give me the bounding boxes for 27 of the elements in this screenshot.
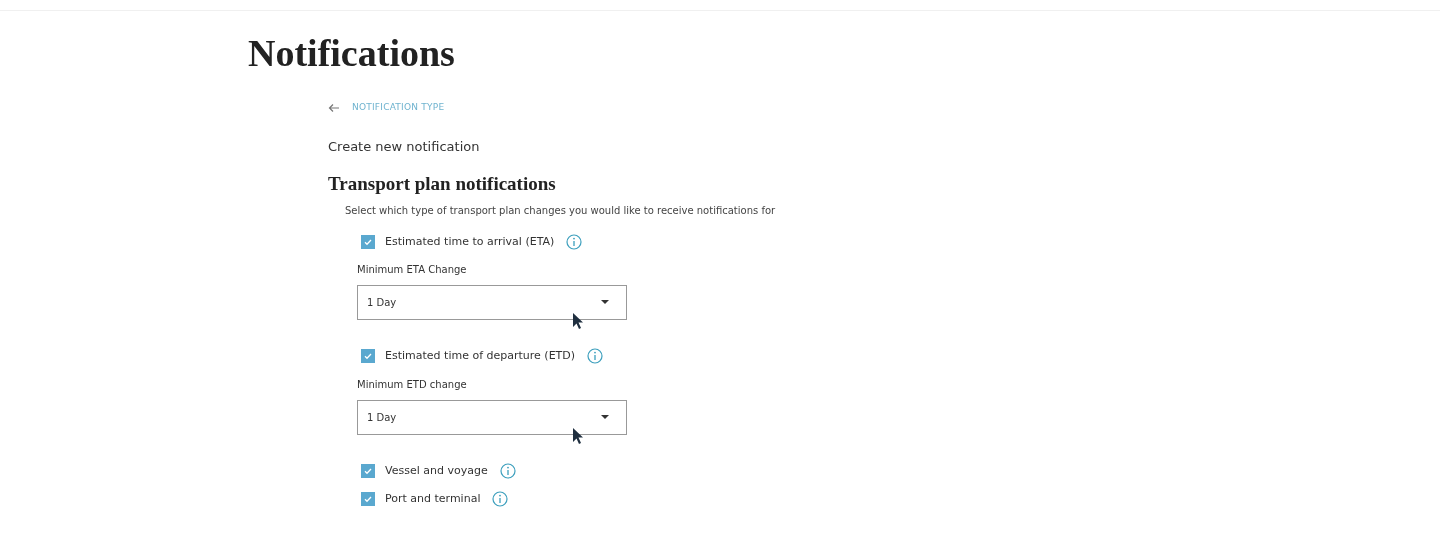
check-icon bbox=[363, 494, 373, 505]
cursor-icon bbox=[572, 312, 584, 330]
dropdown[interactable]: 1 Day bbox=[357, 285, 627, 320]
info-icon[interactable] bbox=[499, 462, 516, 479]
section-description: Select which type of transport plan changes you would like to receive notifications for bbox=[345, 203, 777, 218]
page-title: Notifications bbox=[248, 31, 456, 75]
checkbox[interactable] bbox=[361, 463, 375, 478]
checkbox[interactable] bbox=[361, 349, 375, 364]
dropdown[interactable]: 1 Day bbox=[357, 399, 627, 435]
checkbox-label: Estimated time to arrival (ETA) bbox=[385, 233, 555, 250]
subtitle: Create new notification bbox=[328, 137, 481, 156]
info-icon[interactable] bbox=[566, 233, 583, 250]
info-icon[interactable] bbox=[492, 491, 509, 508]
checkbox-label: Vessel and voyage bbox=[385, 462, 488, 479]
checkbox[interactable] bbox=[361, 234, 375, 249]
back-arrow-icon bbox=[328, 102, 340, 113]
cursor-icon bbox=[572, 426, 584, 445]
checkbox-label: Estimated time of departure (ETD) bbox=[385, 348, 576, 364]
caret-icon bbox=[601, 414, 609, 420]
caret-icon bbox=[601, 300, 609, 305]
checkbox-label: Port and terminal bbox=[385, 491, 481, 507]
dropdown-label: Minimum ETD change bbox=[357, 377, 468, 392]
info-icon[interactable] bbox=[587, 348, 604, 365]
check-icon bbox=[363, 351, 373, 362]
section-title: Transport plan notifications bbox=[328, 172, 557, 196]
dropdown-label: Minimum ETA Change bbox=[357, 263, 468, 277]
checkbox[interactable] bbox=[361, 492, 375, 507]
